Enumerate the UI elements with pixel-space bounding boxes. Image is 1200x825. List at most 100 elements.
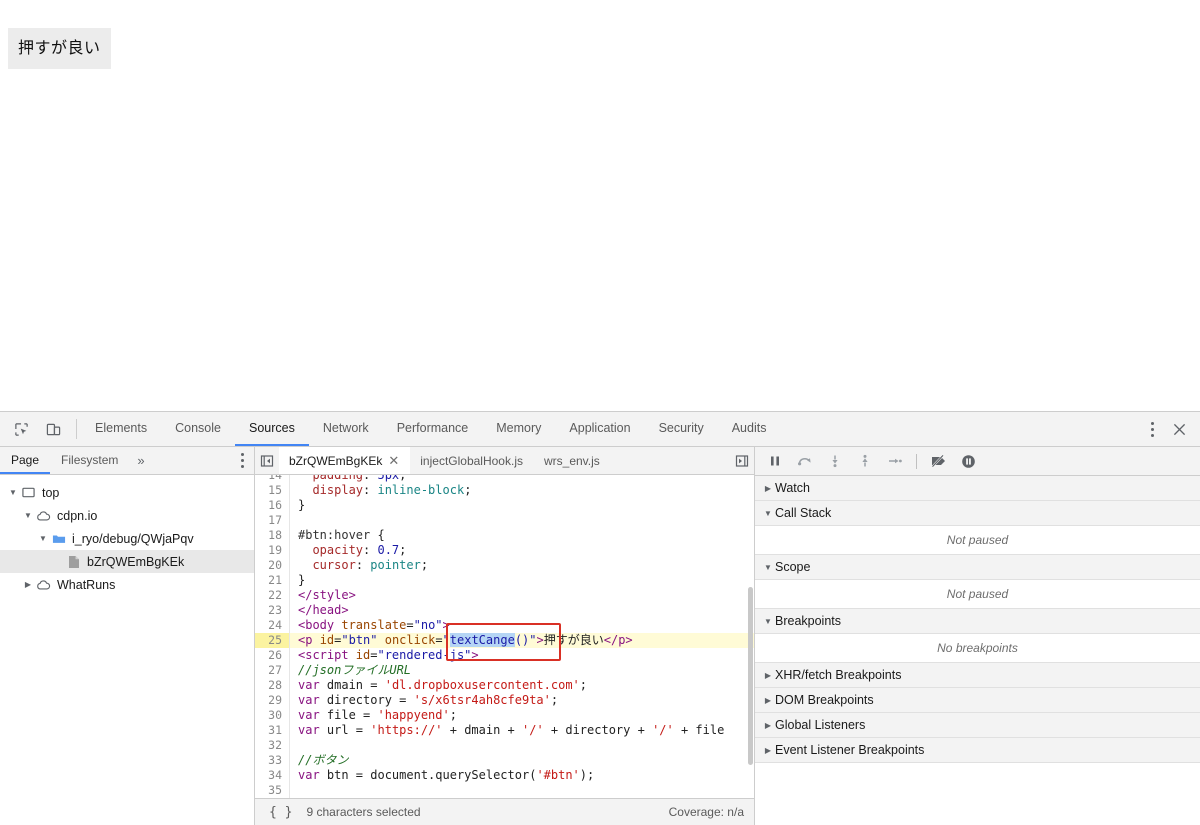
line-number[interactable]: 18 [255,528,289,543]
code-line-text[interactable]: <p id="btn" onclick="textCange()">押すが良い<… [290,633,754,648]
line-number[interactable]: 19 [255,543,289,558]
line-number[interactable]: 33 [255,753,289,768]
code-scroll-region[interactable]: 14 padding: 5px; 15 display: inline-block… [255,475,754,798]
more-options-icon[interactable] [1140,416,1164,442]
twisty-icon[interactable]: ▶ [21,580,35,589]
code-line[interactable]: 18 #btn:hover { [255,528,754,543]
editor-tab-bZrQWEmBgKEk[interactable]: bZrQWEmBgKEk ✕ [279,447,411,474]
code-line-text[interactable]: opacity: 0.7; [290,543,754,558]
pause-script-icon[interactable] [761,449,789,473]
code-line[interactable]: 28 var dmain = 'dl.dropboxusercontent.com… [255,678,754,693]
section-event-listener-breakpoints[interactable]: ▶ Event Listener Breakpoints [755,738,1200,763]
code-line-text[interactable]: </style> [290,588,754,603]
tab-performance[interactable]: Performance [383,412,483,446]
line-number[interactable]: 21 [255,573,289,588]
section-xhr-fetch-breakpoints[interactable]: ▶ XHR/fetch Breakpoints [755,663,1200,688]
tab-memory[interactable]: Memory [482,412,555,446]
section-breakpoints[interactable]: ▼ Breakpoints [755,609,1200,634]
page-button-btn[interactable]: 押すが良い [8,28,111,69]
line-number[interactable]: 27 [255,663,289,678]
code-line[interactable]: 30 var file = 'happyend'; [255,708,754,723]
close-devtools-icon[interactable] [1166,416,1192,442]
code-editor[interactable]: 14 padding: 5px; 15 display: inline-block… [255,475,754,798]
line-number[interactable]: 16 [255,498,289,513]
navigator-more-icon[interactable]: » [129,447,152,474]
code-line[interactable]: 26 <script id="rendered-js"> [255,648,754,663]
tree-item-whatruns[interactable]: ▶ WhatRuns [0,573,254,596]
editor-vertical-scrollbar[interactable] [747,475,754,798]
code-line[interactable]: 31 var url = 'https://' + dmain + '/' + d… [255,723,754,738]
code-line-text[interactable]: var dmain = 'dl.dropboxusercontent.com'; [290,678,754,693]
code-line[interactable]: 27 //jsonファイルURL [255,663,754,678]
close-tab-icon[interactable]: ✕ [388,454,399,467]
twisty-icon[interactable]: ▼ [6,488,20,497]
code-line[interactable]: 20 cursor: pointer; [255,558,754,573]
code-line-text[interactable]: cursor: pointer; [290,558,754,573]
twisty-icon[interactable]: ▼ [36,534,50,543]
line-number[interactable]: 15 [255,483,289,498]
code-line-text[interactable]: <script id="rendered-js"> [290,648,754,663]
code-line[interactable]: 19 opacity: 0.7; [255,543,754,558]
line-number[interactable]: 25 [255,633,289,648]
code-line[interactable]: 21} [255,573,754,588]
line-number[interactable]: 24 [255,618,289,633]
code-line[interactable]: 29 var directory = 's/x6tsr4ah8cfe9ta'; [255,693,754,708]
code-line-text[interactable]: padding: 5px; [290,475,754,483]
pause-on-exceptions-icon[interactable] [954,449,982,473]
tree-item-cdpn-io[interactable]: ▼ cdpn.io [0,504,254,527]
code-line-text[interactable]: <body translate="no"> [290,618,754,633]
tab-console[interactable]: Console [161,412,235,446]
section-global-listeners[interactable]: ▶ Global Listeners [755,713,1200,738]
line-number[interactable]: 23 [255,603,289,618]
tab-security[interactable]: Security [645,412,718,446]
tab-sources[interactable]: Sources [234,412,309,446]
code-line-text[interactable]: } [290,498,754,513]
code-line-text[interactable]: //ボタン [290,753,754,768]
tree-item-directory[interactable]: ▼ i_ryo/debug/QWjaPqv [0,527,254,550]
navigator-more-options-icon[interactable] [230,447,254,473]
nav-tab-filesystem[interactable]: Filesystem [50,447,129,474]
code-line-text[interactable]: var directory = 's/x6tsr4ah8cfe9ta'; [290,693,754,708]
step-out-icon[interactable] [851,449,879,473]
code-line[interactable]: 23 </head> [255,603,754,618]
line-number[interactable]: 32 [255,738,289,753]
pretty-print-button[interactable]: { } [261,805,300,820]
section-scope[interactable]: ▼ Scope [755,555,1200,580]
device-toolbar-icon[interactable] [40,416,66,442]
line-number[interactable]: 14 [255,475,289,483]
scrollbar-thumb[interactable] [748,587,753,765]
section-watch[interactable]: ▶ Watch [755,476,1200,501]
line-number[interactable]: 29 [255,693,289,708]
line-number[interactable]: 28 [255,678,289,693]
code-line[interactable]: 22 </style> [255,588,754,603]
step-into-icon[interactable] [821,449,849,473]
code-line-text[interactable]: //jsonファイルURL [290,663,754,678]
code-line[interactable]: 33 //ボタン [255,753,754,768]
line-number[interactable]: 26 [255,648,289,663]
code-line[interactable]: 17 [255,513,754,528]
code-line-text[interactable]: var url = 'https://' + dmain + '/' + dir… [290,723,754,738]
scroll-tabs-left-icon[interactable] [255,447,279,474]
deactivate-breakpoints-icon[interactable] [924,449,952,473]
code-line[interactable]: 14 padding: 5px; [255,475,754,483]
step-over-icon[interactable] [791,449,819,473]
line-number[interactable]: 35 [255,783,289,798]
code-line[interactable]: 32 [255,738,754,753]
scroll-tabs-right-icon[interactable] [730,447,754,474]
line-number[interactable]: 30 [255,708,289,723]
code-line-text[interactable]: display: inline-block; [290,483,754,498]
code-line[interactable]: 15 display: inline-block; [255,483,754,498]
section-call-stack[interactable]: ▼ Call Stack [755,501,1200,526]
code-line[interactable]: 35 [255,783,754,798]
code-line-text[interactable]: #btn:hover { [290,528,754,543]
code-line-text[interactable]: var btn = document.querySelector('#btn')… [290,768,754,783]
code-line[interactable]: 16} [255,498,754,513]
tab-network[interactable]: Network [309,412,383,446]
code-line-text[interactable]: var file = 'happyend'; [290,708,754,723]
code-line-text[interactable]: } [290,573,754,588]
code-line-text[interactable]: </head> [290,603,754,618]
line-number[interactable]: 34 [255,768,289,783]
line-number[interactable]: 20 [255,558,289,573]
code-line[interactable]: 25 <p id="btn" onclick="textCange()">押すが良… [255,633,754,648]
inspect-element-icon[interactable] [8,416,34,442]
